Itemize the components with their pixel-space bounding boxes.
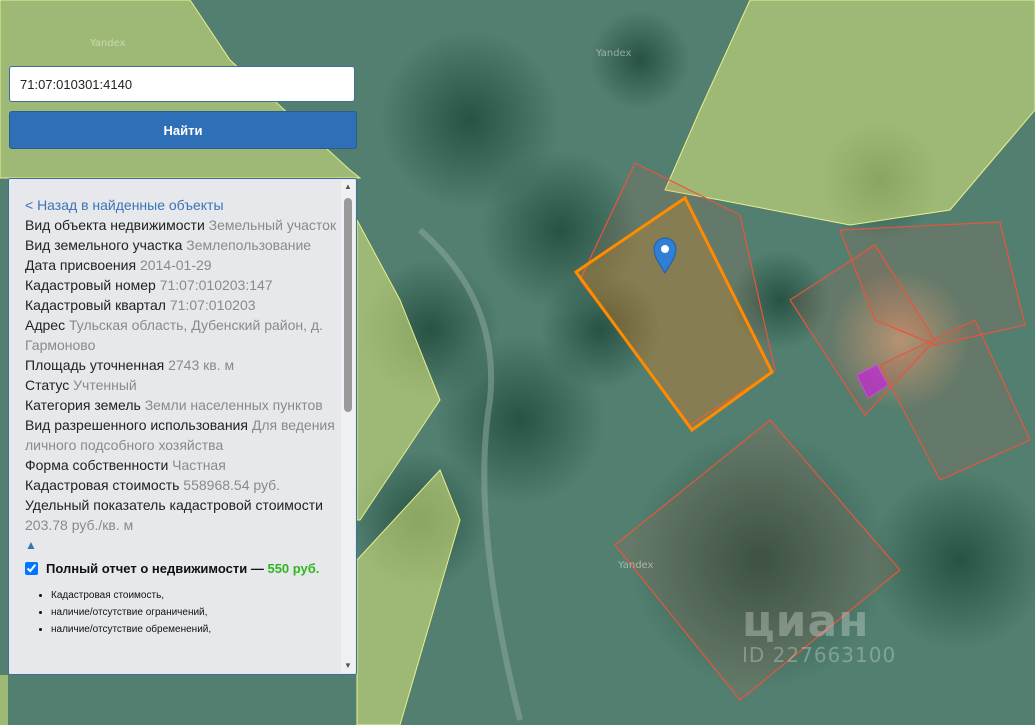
field-permitted-use: Вид разрешенного использования Для веден… [25, 415, 338, 455]
scrollbar-thumb[interactable] [344, 198, 352, 412]
field-label: Адрес [25, 317, 66, 333]
field-value: 2014-01-29 [139, 257, 212, 273]
list-item: наличие/отсутствие обременений, [51, 621, 338, 638]
full-report-option: Полный отчет о недвижимости — 550 руб. [25, 559, 338, 579]
field-label: Вид земельного участка [25, 237, 183, 253]
field-value: Учтенный [73, 377, 137, 393]
list-item: наличие/отсутствие ограничений, [51, 604, 338, 621]
field-value: Земельный участок [208, 217, 337, 233]
search-button[interactable]: Найти [9, 111, 357, 149]
scroll-up-arrow-icon[interactable]: ▲ [341, 180, 355, 194]
field-value: 71:07:010203:147 [159, 277, 273, 293]
cian-watermark: циан ID 227663100 [742, 596, 922, 667]
field-label: Вид объекта недвижимости [25, 217, 205, 233]
field-cadastral-value: Кадастровая стоимость 558968.54 руб. [25, 475, 338, 495]
field-value: 2743 кв. м [168, 357, 235, 373]
field-cadastral-quarter: Кадастровый квартал 71:07:010203 [25, 295, 338, 315]
field-area: Площадь уточненная 2743 кв. м [25, 355, 338, 375]
field-label: Кадастровый номер [25, 277, 156, 293]
map-watermark: Yandex [596, 48, 632, 59]
field-value: Частная [172, 457, 226, 473]
report-price: 550 руб. [267, 561, 320, 576]
field-label: Вид разрешенного использования [25, 417, 248, 433]
field-land-category: Категория земель Земли населенных пункто… [25, 395, 338, 415]
field-label: Форма собственности [25, 457, 169, 473]
field-label: Площадь уточненная [25, 357, 165, 373]
cian-logo: циан [742, 596, 870, 647]
full-report-checkbox[interactable] [25, 562, 38, 575]
field-value: Землепользование [186, 237, 312, 253]
field-label: Кадастровая стоимость [25, 477, 180, 493]
list-item: Кадастровая стоимость, [51, 587, 338, 604]
full-report-label[interactable]: Полный отчет о недвижимости — 550 руб. [46, 559, 319, 579]
report-title: Полный отчет о недвижимости — [46, 561, 264, 576]
field-label: Дата присвоения [25, 257, 137, 273]
field-cadastral-number: Кадастровый номер 71:07:010203:147 [25, 275, 338, 295]
collapse-arrow-icon[interactable]: ▲ [25, 537, 338, 553]
field-status: Статус Учтенный [25, 375, 338, 395]
map-watermark: Yandex [618, 560, 654, 571]
listing-id-watermark: ID 227663100 [742, 643, 897, 667]
field-label: Категория земель [25, 397, 141, 413]
field-ownership: Форма собственности Частная [25, 455, 338, 475]
field-land-type: Вид земельного участка Землепользование [25, 235, 338, 255]
field-unit-value: Удельный показатель кадастровой стоимост… [25, 495, 338, 535]
field-value: 558968.54 руб. [183, 477, 281, 493]
back-to-results-link[interactable]: < Назад в найденные объекты [25, 195, 338, 215]
field-value: 203.78 руб./кв. м [25, 517, 134, 533]
field-label: Статус [25, 377, 70, 393]
field-label: Удельный показатель кадастровой стоимост… [25, 497, 323, 513]
panel-scrollbar[interactable]: ▲ ▼ [341, 180, 355, 673]
field-address: Адрес Тульская область, Дубенский район,… [25, 315, 338, 355]
field-value: Тульская область, Дубенский район, д. Га… [25, 317, 323, 353]
report-features-list: Кадастровая стоимость, наличие/отсутстви… [25, 587, 338, 638]
field-value: Земли населенных пунктов [144, 397, 323, 413]
map-watermark: Yandex [90, 38, 126, 49]
field-assign-date: Дата присвоения 2014-01-29 [25, 255, 338, 275]
field-label: Кадастровый квартал [25, 297, 166, 313]
cadastral-search-input[interactable] [9, 66, 355, 102]
field-object-type: Вид объекта недвижимости Земельный участ… [25, 215, 338, 235]
scroll-down-arrow-icon[interactable]: ▼ [341, 659, 355, 673]
object-info-content: < Назад в найденные объекты Вид объекта … [25, 195, 338, 638]
object-info-panel: < Назад в найденные объекты Вид объекта … [8, 178, 357, 675]
field-value: 71:07:010203 [169, 297, 256, 313]
